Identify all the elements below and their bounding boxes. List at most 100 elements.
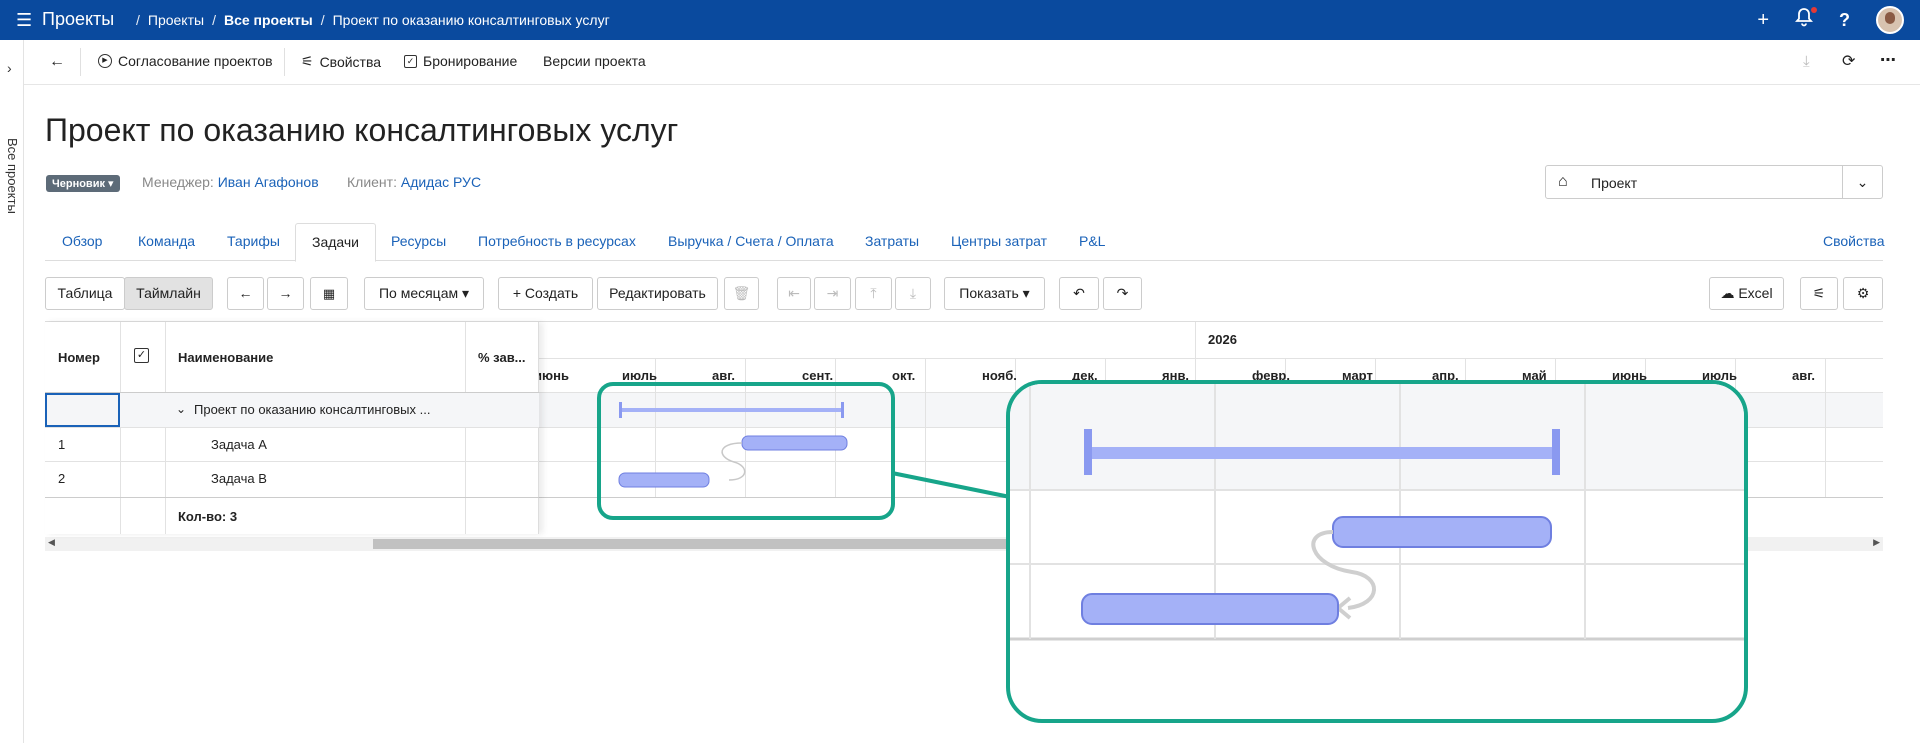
menu-icon[interactable]: ☰ — [16, 10, 32, 31]
column-header-number[interactable]: Номер — [58, 350, 100, 365]
app-name[interactable]: Проекты — [42, 9, 114, 30]
tab-pnl[interactable]: P&L — [1079, 233, 1105, 249]
status-badge[interactable]: Черновик ▾ — [46, 175, 120, 192]
zoomed-gantt — [1010, 384, 1744, 641]
tab-bar: Обзор Команда Тарифы Задачи Ресурсы Потр… — [45, 223, 1884, 262]
tab-revenue[interactable]: Выручка / Счета / Оплата — [668, 233, 834, 249]
tab-overview[interactable]: Обзор — [62, 233, 102, 249]
plus-icon[interactable]: + — [1757, 9, 1769, 32]
manager-info: Менеджер: Иван Агафонов — [142, 174, 319, 190]
notification-dot — [1811, 7, 1817, 13]
home-icon: ⌂ — [1558, 173, 1568, 190]
tab-costs[interactable]: Затраты — [865, 233, 919, 249]
left-rail: › Все проекты — [0, 40, 24, 743]
zoom-source-highlight — [597, 382, 895, 520]
zoomed-task-b-bar — [1081, 593, 1339, 625]
move-up-icon[interactable]: ⤒ — [855, 277, 892, 310]
excel-button[interactable]: ☁ Excel — [1709, 277, 1784, 310]
breadcrumb-item-current: Проект по оказанию консалтинговых услуг — [332, 12, 610, 28]
move-down-icon[interactable]: ⤓ — [895, 277, 931, 310]
selected-cell[interactable] — [45, 393, 120, 427]
page-title: Проект по оказанию консалтинговых услуг — [45, 112, 679, 148]
help-icon[interactable]: ? — [1839, 10, 1850, 31]
status-label: Черновик — [52, 178, 105, 190]
table-view-button[interactable]: Таблица — [45, 277, 125, 310]
client-label: Клиент: — [347, 174, 397, 190]
table-row-name[interactable]: Задача A — [211, 437, 267, 452]
scroll-right-icon[interactable]: ▶ — [1873, 537, 1880, 548]
approve-label: Согласование проектов — [118, 53, 273, 69]
excel-label: Excel — [1738, 285, 1773, 301]
project-type-select[interactable]: ⌂ Проект ⌄ — [1545, 165, 1883, 199]
calendar-check-icon: ✓ — [404, 54, 417, 68]
gear-icon[interactable]: ⚙ — [1843, 277, 1883, 310]
collapse-chevron-icon[interactable]: ⌄ — [176, 402, 186, 416]
table-row-name[interactable]: Проект по оказанию консалтинговых ... — [194, 402, 430, 417]
table-row-name[interactable]: Задача B — [211, 471, 267, 486]
year-label: 2026 — [1208, 332, 1237, 347]
show-select[interactable]: Показать ▾ — [944, 277, 1045, 310]
timeline-view-button[interactable]: Таймлайн — [124, 277, 213, 310]
tab-rates[interactable]: Тарифы — [227, 233, 280, 249]
arrow-right-icon[interactable]: → — [267, 277, 304, 310]
manager-label: Менеджер: — [142, 174, 214, 190]
outdent-icon[interactable]: ⇤ — [777, 277, 811, 310]
table-row-number: 2 — [58, 471, 66, 486]
breadcrumb: / Проекты / Все проекты / Проект по оказ… — [136, 12, 610, 28]
indent-icon[interactable]: ⇥ — [814, 277, 851, 310]
breadcrumb-item-all-projects[interactable]: Все проекты — [224, 12, 313, 28]
left-rail-label[interactable]: Все проекты — [5, 138, 20, 214]
period-label: По месяцам — [378, 285, 459, 301]
scrollbar-thumb[interactable] — [373, 539, 1073, 549]
bell-icon[interactable] — [1795, 7, 1817, 33]
task-table: Номер ✓ Наименование % зав... ⌄ Проект п… — [45, 322, 539, 534]
back-arrow-icon[interactable]: ← — [49, 53, 65, 71]
tab-properties[interactable]: Свойства — [1823, 233, 1884, 249]
month-label: нояб. — [982, 368, 1017, 383]
create-label: Создать — [524, 285, 579, 301]
columns-settings-icon[interactable]: ⚟ — [1800, 277, 1838, 310]
properties-label: Свойства — [319, 53, 382, 70]
breadcrumb-item-projects[interactable]: Проекты — [148, 12, 204, 28]
column-header-percent[interactable]: % зав... — [478, 350, 526, 365]
scroll-left-icon[interactable]: ◀ — [48, 537, 55, 548]
approve-button[interactable]: ▶ Согласование проектов — [98, 53, 273, 69]
table-row-number: 1 — [58, 437, 66, 452]
create-button[interactable]: + Создать — [498, 277, 593, 310]
project-type-value: Проект — [1591, 175, 1638, 191]
undo-icon[interactable]: ↶ — [1059, 277, 1099, 310]
client-link[interactable]: Адидас РУС — [401, 174, 481, 190]
chevron-down-icon[interactable]: ⌄ — [1842, 166, 1882, 198]
zoomed-task-a-bar — [1332, 516, 1552, 548]
period-select[interactable]: По месяцам ▾ — [364, 277, 484, 310]
zoom-callout — [1006, 380, 1748, 723]
redo-icon[interactable]: ↷ — [1103, 277, 1142, 310]
top-bar: ☰ Проекты / Проекты / Все проекты / Прое… — [0, 0, 1920, 40]
booking-label: Бронирование — [423, 53, 518, 69]
tab-resource-needs[interactable]: Потребность в ресурсах — [478, 233, 636, 249]
trash-icon[interactable]: 🗑 — [724, 277, 759, 310]
calendar-icon[interactable]: ▦ — [310, 277, 348, 310]
edit-button[interactable]: Редактировать — [597, 277, 718, 310]
tab-cost-centers[interactable]: Центры затрат — [951, 233, 1047, 249]
arrow-left-icon[interactable]: ← — [227, 277, 264, 310]
avatar[interactable] — [1876, 6, 1904, 34]
show-label: Показать — [959, 285, 1019, 301]
tab-tasks[interactable]: Задачи — [295, 223, 377, 262]
booking-button[interactable]: ✓ Бронирование — [404, 53, 517, 69]
month-label: авг. — [1792, 368, 1815, 383]
properties-button[interactable]: ⚟ Свойства — [301, 53, 381, 70]
zoom-connector — [891, 471, 1011, 499]
versions-button[interactable]: Версии проекта — [543, 53, 646, 69]
project-toolbar: ← ▶ Согласование проектов ⚟ Свойства ✓ Б… — [24, 40, 1920, 85]
versions-label: Версии проекта — [543, 53, 646, 69]
select-all-checkbox[interactable]: ✓ — [134, 348, 149, 363]
manager-link[interactable]: Иван Агафонов — [218, 174, 319, 190]
download-icon[interactable]: ⤓ — [1803, 53, 1810, 70]
tab-team[interactable]: Команда — [138, 233, 195, 249]
tab-resources[interactable]: Ресурсы — [391, 233, 446, 249]
more-icon[interactable]: ⋯ — [1880, 50, 1896, 70]
column-header-name[interactable]: Наименование — [178, 350, 273, 365]
chevron-right-icon[interactable]: › — [7, 60, 12, 76]
refresh-icon[interactable]: ⟳ — [1842, 51, 1855, 71]
